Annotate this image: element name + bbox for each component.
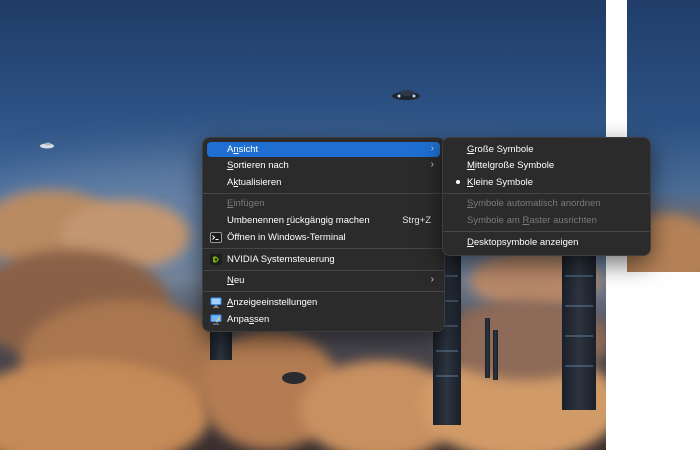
menu-item-new[interactable]: Neu › [207, 273, 440, 288]
menu-item-label: Mittelgroße Symbole [467, 160, 555, 171]
menu-item-label: Desktopsymbole anzeigen [467, 237, 579, 248]
ship-bottom-graphic [282, 372, 306, 384]
menu-item-label: Symbole automatisch anordnen [467, 198, 601, 209]
menu-item-sort-by[interactable]: Sortieren nach › [207, 158, 440, 173]
chevron-right-icon: › [430, 159, 434, 170]
menu-divider [203, 270, 444, 271]
menu-item-label: Ansicht [227, 144, 259, 155]
menu-item-label: Neu [227, 275, 245, 286]
menu-item-label: Einfügen [227, 198, 265, 209]
display-settings-icon [210, 297, 222, 308]
menu-item-label: NVIDIA Systemsteuerung [227, 254, 335, 265]
menu-divider [443, 193, 650, 194]
menu-item-paste: Einfügen [207, 196, 440, 211]
menu-item-label: Sortieren nach [227, 160, 289, 171]
personalize-icon [210, 314, 222, 325]
submenu-item-small-icons[interactable]: Kleine Symbole [447, 175, 646, 190]
menu-item-label: Öffnen in Windows-Terminal [227, 232, 346, 243]
menu-divider [203, 291, 444, 292]
menu-divider [203, 193, 444, 194]
menu-divider [203, 248, 444, 249]
selected-bullet-icon [456, 180, 460, 184]
view-submenu: Große Symbole Mittelgroße Symbole Kleine… [442, 137, 651, 256]
menu-item-nvidia-control-panel[interactable]: NVIDIA Systemsteuerung [207, 252, 440, 267]
small-ship-graphic [40, 142, 54, 149]
menu-item-label: Symbole am Raster ausrichten [467, 215, 597, 226]
menu-item-label: Kleine Symbole [467, 177, 534, 188]
desktop-context-menu: Ansicht › Sortieren nach › Aktualisieren… [202, 137, 445, 332]
menu-item-personalize[interactable]: Anpassen [207, 312, 440, 327]
submenu-item-large-icons[interactable]: Große Symbole [447, 142, 646, 157]
menu-item-display-settings[interactable]: Anzeigeeinstellungen [207, 295, 440, 310]
terminal-icon [210, 232, 222, 243]
menu-divider [443, 231, 650, 232]
submenu-item-show-desktop-icons[interactable]: Desktopsymbole anzeigen [447, 235, 646, 250]
menu-item-view[interactable]: Ansicht › [207, 142, 440, 157]
menu-item-undo-rename[interactable]: Umbenennen rückgängig machen Strg+Z [207, 213, 440, 228]
menu-item-label: Große Symbole [467, 144, 534, 155]
nvidia-icon [210, 254, 222, 265]
menu-item-label: Aktualisieren [227, 177, 282, 188]
ship-graphic [392, 90, 420, 100]
menu-item-open-terminal[interactable]: Öffnen in Windows-Terminal [207, 230, 440, 245]
submenu-item-auto-arrange: Symbole automatisch anordnen [447, 196, 646, 211]
menu-item-label: Umbenennen rückgängig machen [227, 215, 370, 226]
menu-item-label: Anpassen [227, 314, 270, 325]
chevron-right-icon: › [430, 143, 434, 154]
menu-item-refresh[interactable]: Aktualisieren [207, 175, 440, 190]
submenu-item-medium-icons[interactable]: Mittelgroße Symbole [447, 158, 646, 173]
shortcut-label: Strg+Z [402, 215, 431, 226]
menu-item-label: Anzeigeeinstellungen [227, 297, 318, 308]
chevron-right-icon: › [430, 274, 434, 285]
submenu-item-align-to-grid: Symbole am Raster ausrichten [447, 213, 646, 228]
